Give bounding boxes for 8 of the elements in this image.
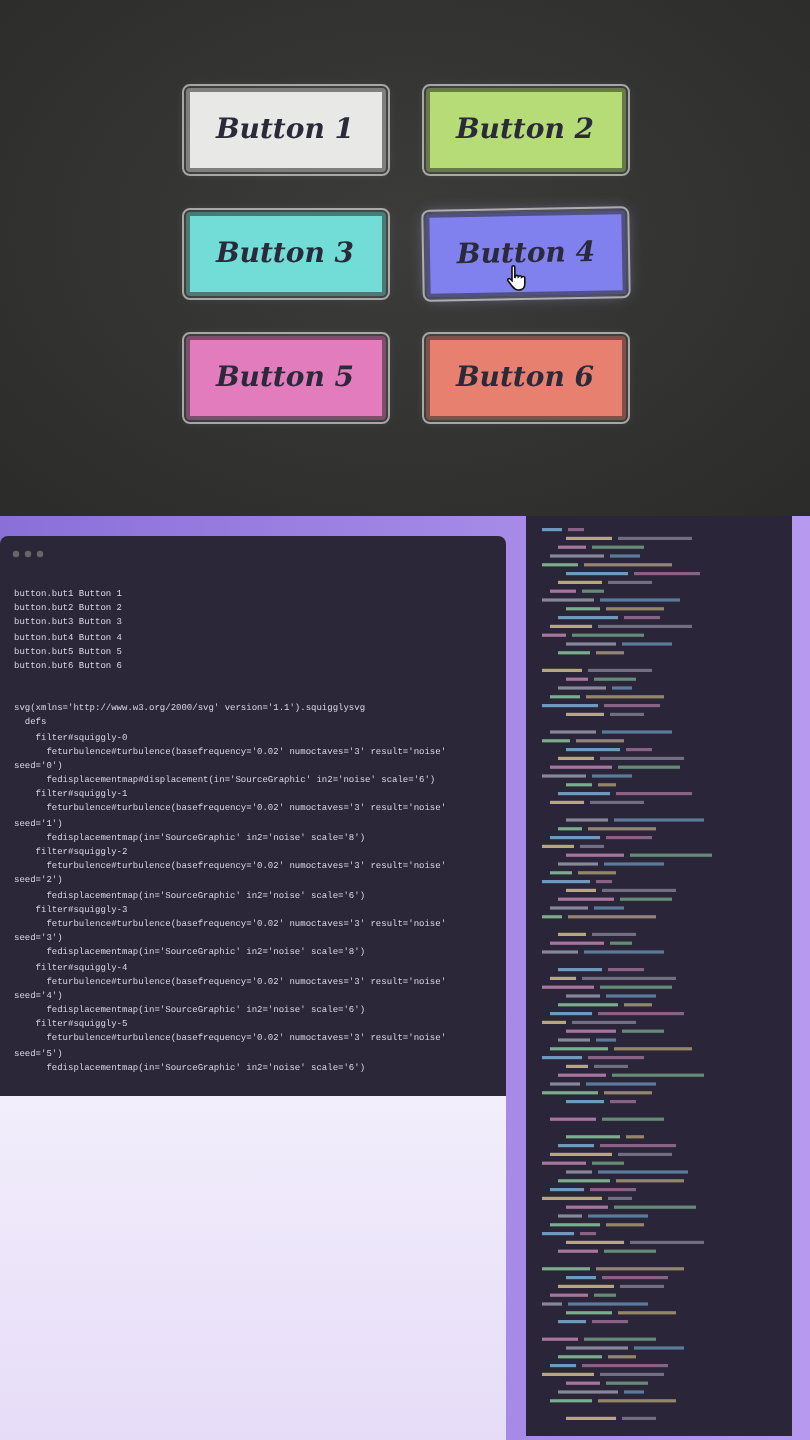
sketchy-button[interactable]: Button 6 [425,336,625,420]
sketchy-button[interactable]: Button 1 [185,88,385,172]
window-controls-icon [12,550,48,558]
sketchy-button[interactable]: Button 5 [185,336,385,420]
sketchy-button[interactable]: Button 3 [185,212,385,296]
hand-cursor-icon [505,264,529,292]
sketchy-button[interactable]: Button 2 [425,88,625,172]
sketchy-button[interactable]: Button 4 [424,210,626,298]
